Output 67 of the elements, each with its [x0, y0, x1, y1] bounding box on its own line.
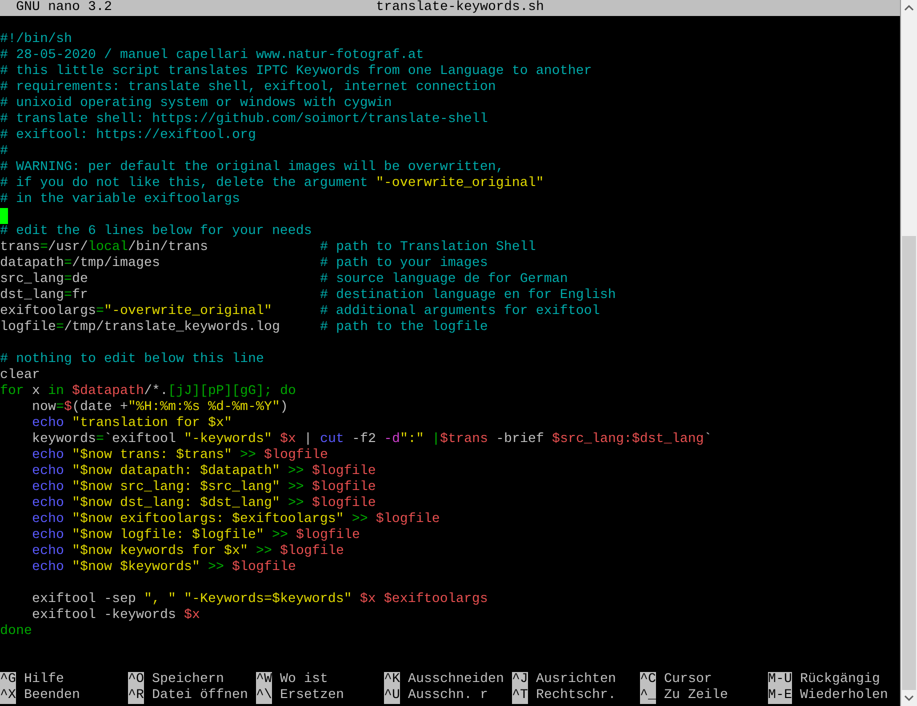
- shortcut-label: Cursor: [664, 672, 712, 688]
- code-line: exiftool -sep ", " "-Keywords=$keywords" $x $exiftoolargs: [30, 592, 488, 608]
- code-line: dst_lang=fr # destination language en for English: [0, 288, 616, 304]
- shortcut-label: Ausschn. r: [408, 688, 488, 704]
- code-line: done: [0, 624, 32, 640]
- file-name: translate-keywords.sh: [376, 0, 544, 16]
- code-line: trans=/usr/local/bin/trans # path to Translation Shell: [0, 240, 536, 256]
- shortcut-label: Ausschneiden: [408, 672, 504, 688]
- code-line: echo "$now trans: $trans" >> $logfile: [30, 448, 328, 464]
- code-line: echo "$now $keywords" >> $logfile: [30, 560, 296, 576]
- shortcut-key: ^R: [128, 688, 144, 704]
- code-line: now=$(date +"%H:%m:%s %d-%m-%Y"): [30, 400, 288, 416]
- code-line: for x in $datapath/*.[jJ][pP][gG]; do: [0, 384, 296, 400]
- code-line: echo "$now keywords for $x" >> $logfile: [30, 544, 344, 560]
- shortcut-label: Ausrichten: [536, 672, 616, 688]
- shortcut-label: Wiederholen: [800, 688, 888, 704]
- code-line: logfile=/tmp/translate_keywords.log # path to the logfile: [0, 320, 488, 336]
- shortcut-key: ^W: [256, 672, 272, 688]
- code-line: # in the variable exiftoolargs: [0, 192, 240, 208]
- scroll-thumb[interactable]: [902, 236, 916, 690]
- shortcut-key: ^_: [640, 688, 656, 704]
- code-line: clear: [0, 368, 40, 384]
- scrollbar[interactable]: [900, 0, 917, 706]
- code-line: # this little script translates IPTC Keywords from one Language to another: [0, 64, 592, 80]
- code-line: # if you do not like this, delete the argument "-overwrite_original": [0, 176, 544, 192]
- code-line: keywords=`exiftool "-keywords" $x | cut -f2 -d":" |$trans -brief $src_lang:$dst_lang`: [30, 432, 712, 448]
- code-line: src_lang=de # source language de for German: [0, 272, 568, 288]
- code-line: # requirements: translate shell, exiftool, internet connection: [0, 80, 496, 96]
- shortcut-key: M-E: [768, 688, 792, 704]
- code-line: # unixoid operating system or windows with cygwin: [0, 96, 392, 112]
- shortcut-key: ^G: [0, 672, 16, 688]
- code-line: echo "$now exiftoolargs: $exiftoolargs" >> $logfile: [30, 512, 440, 528]
- code-line: exiftoolargs="-overwrite_original" # additional arguments for exiftool: [0, 304, 600, 320]
- shortcut-key: ^X: [0, 688, 16, 704]
- code-line: echo "$now dst_lang: $dst_lang" >> $logfile: [30, 496, 376, 512]
- shortcut-label: Rückgängig: [800, 672, 880, 688]
- shortcut-label: Hilfe: [24, 672, 64, 688]
- code-line: echo "$now src_lang: $src_lang" >> $logfile: [30, 480, 376, 496]
- shortcut-key: ^U: [384, 688, 400, 704]
- app-version: GNU nano 3.2: [16, 0, 112, 16]
- shortcut-key: ^C: [640, 672, 656, 688]
- code-line: #: [0, 144, 8, 160]
- code-line: #!/bin/sh: [0, 32, 72, 48]
- shortcut-key: M-U: [768, 672, 792, 688]
- code-line: echo "translation for $x": [30, 416, 232, 432]
- code-line: # WARNING: per default the original images will be overwritten,: [0, 160, 504, 176]
- shortcut-key: ^T: [512, 688, 528, 704]
- shortcut-label: Wo ist: [280, 672, 328, 688]
- shortcut-key: ^O: [128, 672, 144, 688]
- shortcut-label: Rechtschr.: [536, 688, 616, 704]
- shortcut-key: ^K: [384, 672, 400, 688]
- code-line: # exiftool: https://exiftool.org: [0, 128, 256, 144]
- code-line: exiftool -keywords $x: [31, 608, 200, 624]
- code-line: # edit the 6 lines below for your needs: [0, 224, 312, 240]
- code-line: datapath=/tmp/images # path to your images: [0, 256, 488, 272]
- shortcut-label: Speichern: [152, 672, 224, 688]
- code-line: # 28-05-2020 / manuel capellari www.natur-fotograf.at: [0, 48, 424, 64]
- shortcut-label: Ersetzen: [280, 688, 344, 704]
- code-line: # nothing to edit below this line: [0, 352, 264, 368]
- code-line: echo "$now logfile: $logfile" >> $logfile: [30, 528, 360, 544]
- shortcut-label: Datei öffnen: [152, 688, 248, 704]
- shortcut-key: ^\: [256, 688, 272, 704]
- code-line: echo "$now datapath: $datapath" >> $logfile: [30, 464, 376, 480]
- shortcut-label: Zu Zeile: [664, 688, 728, 704]
- shortcut-key: ^J: [512, 672, 528, 688]
- shortcut-label: Beenden: [24, 688, 80, 704]
- code-line: # translate shell: https://github.com/soimort/translate-shell: [0, 112, 488, 128]
